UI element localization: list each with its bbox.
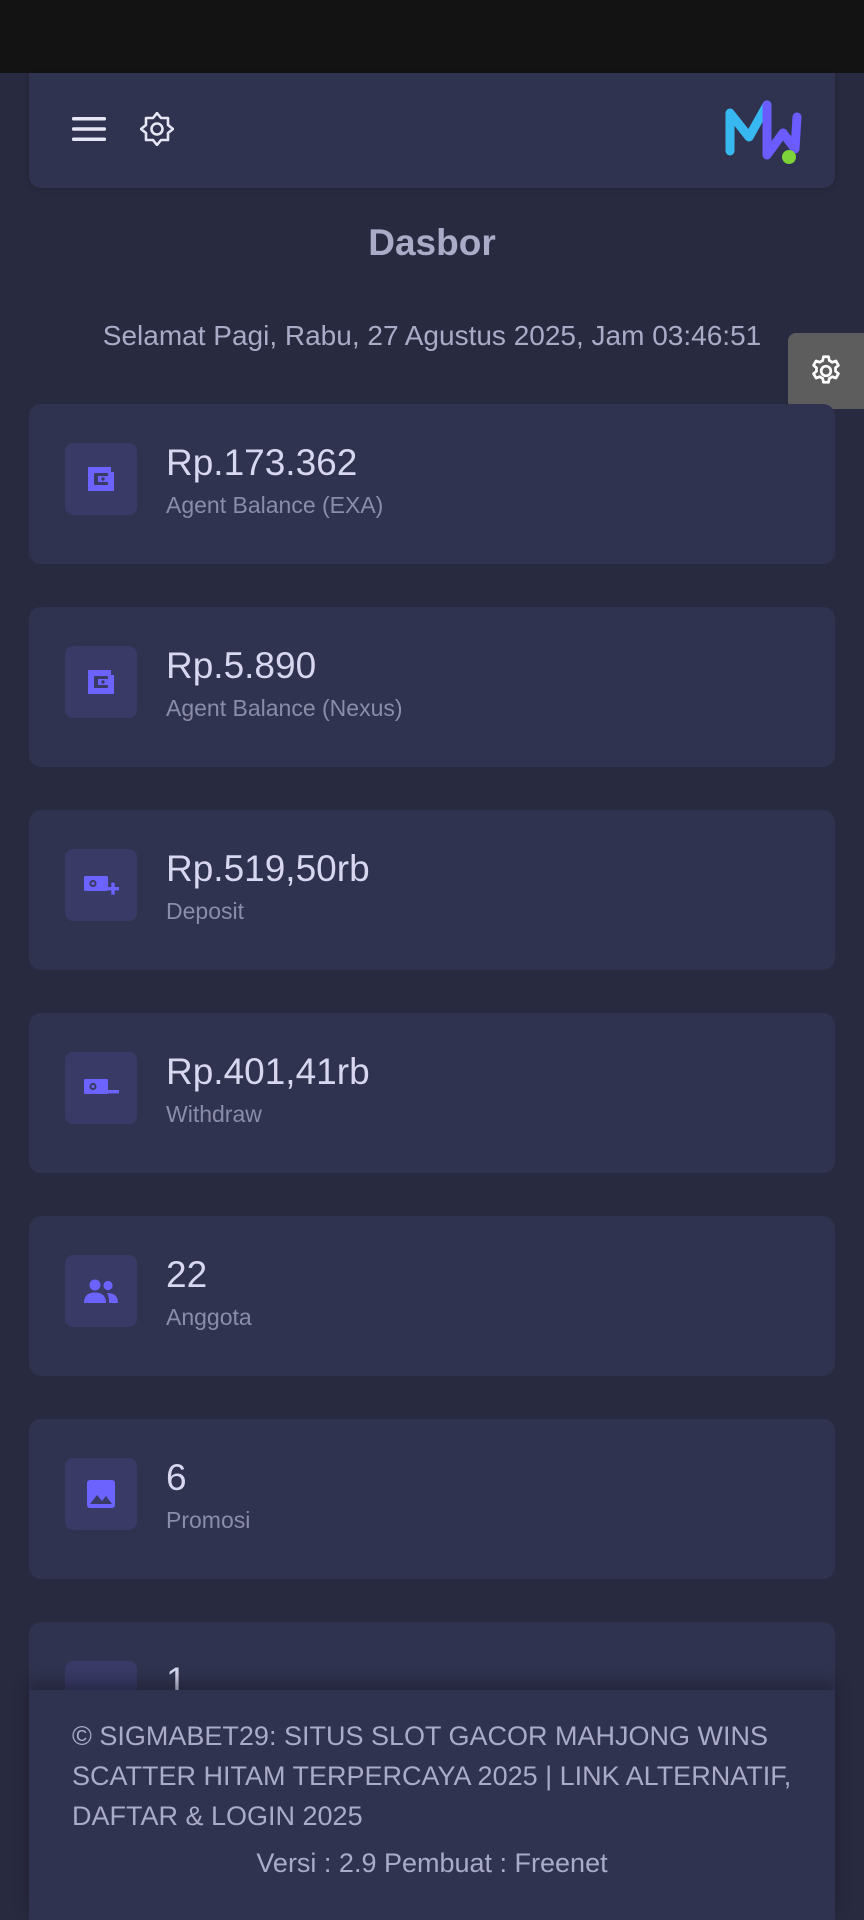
footer: © SIGMABET29: SITUS SLOT GACOR MAHJONG W… [29, 1690, 835, 1920]
footer-version: Versi : 2.9 Pembuat : Freenet [256, 1848, 608, 1878]
stat-card-deposit[interactable]: Rp.519,50rb Deposit [29, 810, 835, 970]
stat-value: Rp.519,50rb [166, 848, 370, 889]
stat-label: Deposit [166, 898, 244, 924]
brightness-icon[interactable] [135, 107, 179, 151]
stat-card-anggota[interactable]: 22 Anggota [29, 1216, 835, 1376]
greeting-text: Selamat Pagi, Rabu, 27 Agustus 2025, Jam… [102, 320, 762, 351]
stat-value: Rp.5.890 [166, 645, 317, 686]
stat-value: Rp.401,41rb [166, 1051, 370, 1092]
stat-label: Promosi [166, 1507, 251, 1533]
stat-label: Agent Balance (EXA) [166, 492, 384, 518]
image-icon [65, 1458, 137, 1530]
money-minus-icon [65, 1052, 137, 1124]
stat-card-withdraw[interactable]: Rp.401,41rb Withdraw [29, 1013, 835, 1173]
footer-copyright: © SIGMABET29: SITUS SLOT GACOR MAHJONG W… [72, 1721, 792, 1831]
wallet-icon [65, 443, 137, 515]
stat-card-agent-balance-nexus[interactable]: Rp.5.890 Agent Balance (Nexus) [29, 607, 835, 767]
top-navbar [29, 73, 835, 188]
stat-label: Agent Balance (Nexus) [166, 695, 403, 721]
settings-button[interactable] [788, 333, 864, 409]
wallet-icon [65, 646, 137, 718]
stat-value: 22 [166, 1254, 208, 1295]
stat-value: Rp.173.362 [166, 442, 358, 483]
money-plus-icon [65, 849, 137, 921]
stat-label: Withdraw [166, 1101, 262, 1127]
stat-card-promosi[interactable]: 6 Promosi [29, 1419, 835, 1579]
stat-value: 6 [166, 1457, 187, 1498]
stat-card-agent-balance-exa[interactable]: Rp.173.362 Agent Balance (EXA) [29, 404, 835, 564]
menu-icon[interactable] [67, 107, 111, 151]
people-icon [65, 1255, 137, 1327]
status-bar [0, 0, 864, 73]
stat-label: Anggota [166, 1304, 252, 1330]
page-title: Dasbor [368, 222, 496, 263]
gear-icon [812, 355, 840, 384]
brand-logo[interactable] [725, 93, 805, 169]
